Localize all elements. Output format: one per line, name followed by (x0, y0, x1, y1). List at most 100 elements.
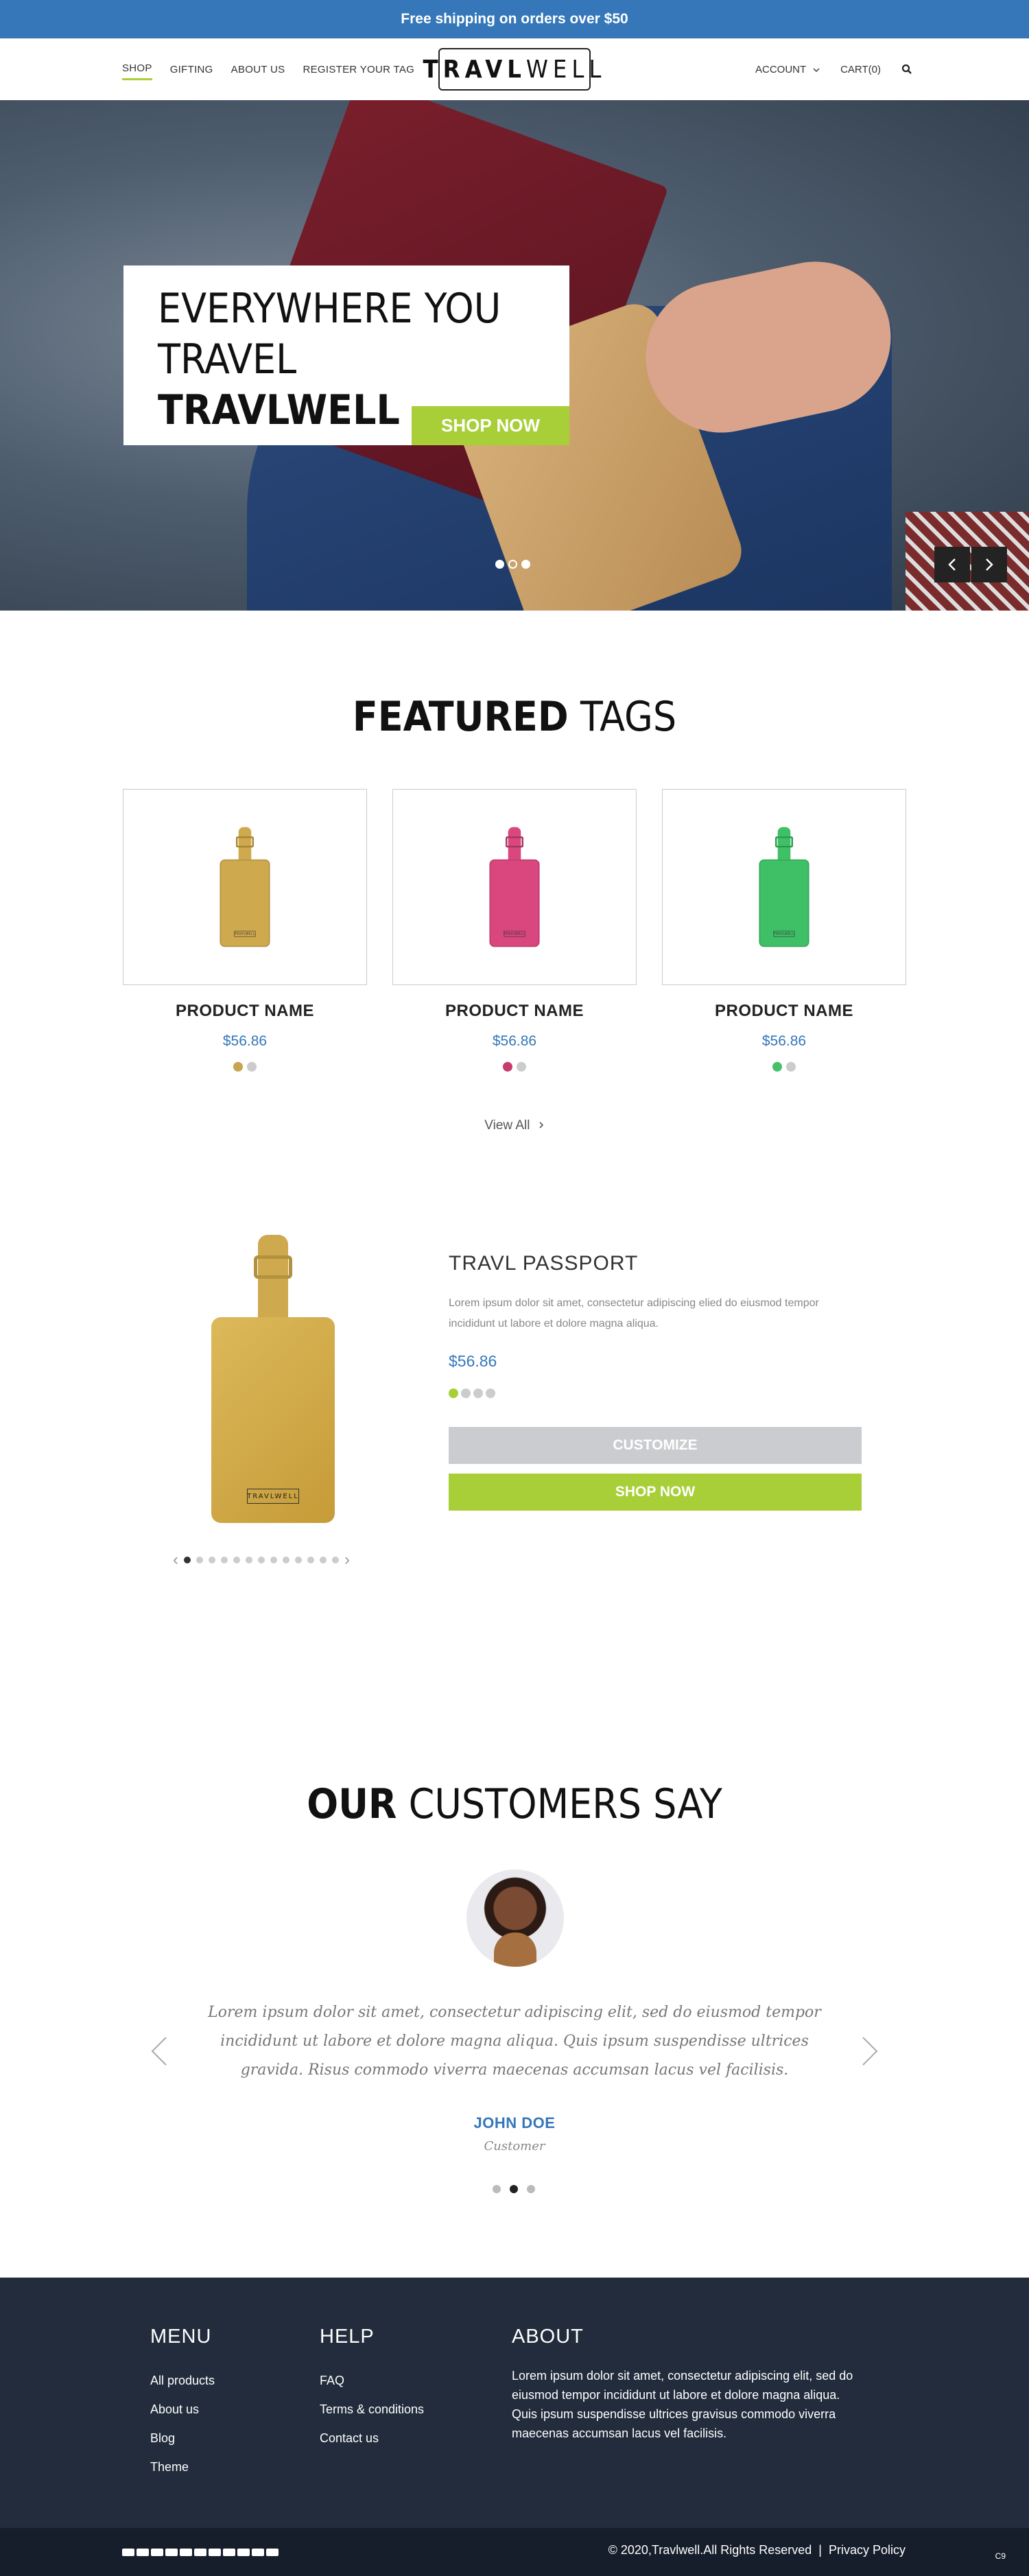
hero-dot-active[interactable] (508, 560, 517, 569)
testimonial-dot[interactable] (527, 2185, 535, 2193)
product-card[interactable]: TRAVLWELL PRODUCT NAME $56.86 (392, 789, 637, 1072)
nav-register-tag[interactable]: REGISTER YOUR TAG (303, 60, 414, 80)
swatch[interactable] (473, 1389, 483, 1398)
footer-about-column: ABOUT Lorem ipsum dolor sit amet, consec… (512, 2326, 868, 2443)
swatch[interactable] (503, 1062, 512, 1072)
footer-link[interactable]: FAQ (320, 2366, 424, 2395)
carousel-dot[interactable] (209, 1557, 215, 1563)
payment-icon (194, 2549, 206, 2556)
hero-prev-button[interactable] (934, 547, 970, 582)
hero-title-plain: TRAVEL (158, 335, 297, 383)
carousel-dot[interactable] (246, 1557, 252, 1563)
privacy-policy-link[interactable]: Privacy Policy (829, 2543, 906, 2557)
swatch[interactable] (517, 1062, 526, 1072)
testimonial-dot-active[interactable] (510, 2185, 518, 2193)
nav-left-menu: SHOP GIFTING ABOUT US REGISTER YOUR TAG (122, 38, 414, 100)
payment-icon (137, 2549, 149, 2556)
carousel-dot[interactable] (221, 1557, 228, 1563)
swatch[interactable] (233, 1062, 243, 1072)
nav-about-us[interactable]: ABOUT US (231, 60, 285, 80)
passport-swatches (449, 1389, 862, 1398)
product-swatches (392, 1062, 637, 1072)
copyright-separator: | (818, 2543, 822, 2557)
testimonial-prev-icon[interactable] (150, 2034, 169, 2075)
cart-link[interactable]: CART(0) (840, 64, 881, 75)
carousel-dot[interactable] (270, 1557, 277, 1563)
footer-menu-column: MENU All products About us Blog Theme (150, 2326, 215, 2481)
nav-shop[interactable]: SHOP (122, 58, 152, 80)
hero-dot[interactable] (495, 560, 504, 569)
nav-gifting[interactable]: GIFTING (170, 60, 213, 80)
carousel-dot[interactable] (332, 1557, 339, 1563)
product-image[interactable]: TRAVLWELL (662, 789, 906, 985)
product-price: $56.86 (222, 1033, 268, 1049)
footer-about-text: Lorem ipsum dolor sit amet, consectetur … (512, 2369, 853, 2440)
testimonial-next-icon[interactable] (860, 2034, 879, 2075)
footer-menu-title: MENU (150, 2326, 212, 2348)
avatar (466, 1869, 564, 1967)
payment-icon (209, 2549, 221, 2556)
passport-shop-now-button[interactable]: SHOP NOW (449, 1474, 862, 1511)
product-card[interactable]: TRAVLWELL PRODUCT NAME $56.86 (662, 789, 906, 1072)
footer: MENU All products About us Blog Theme HE… (0, 2278, 1029, 2528)
carousel-dot[interactable] (295, 1557, 302, 1563)
hero-shop-now-button[interactable]: SHOP NOW (412, 406, 569, 445)
featured-title-plain: TAGS (568, 693, 677, 741)
hero-next-button[interactable] (971, 547, 1007, 582)
footer-link[interactable]: All products (150, 2366, 215, 2395)
luggage-tag-image: TRAVLWELL (220, 827, 270, 947)
announcement-bar: Free shipping on orders over $50 (0, 0, 1029, 38)
swatch[interactable] (772, 1062, 782, 1072)
testimonial-role: Customer (484, 2139, 545, 2153)
carousel-dot[interactable] (320, 1557, 327, 1563)
customize-button[interactable]: CUSTOMIZE (449, 1427, 862, 1464)
copyright-line: © 2020,Travlwell.All Rights Reserved | Pri… (608, 2543, 906, 2557)
carousel-next-icon[interactable]: › (344, 1550, 350, 1570)
brand-logo[interactable]: TRAVL WELL (423, 48, 601, 91)
product-name[interactable]: PRODUCT NAME (392, 1002, 637, 1021)
featured-title-bold: FEATURED (352, 693, 569, 741)
carousel-prev-icon[interactable]: ‹ (173, 1550, 178, 1570)
hero-title-line1: EVERYWHERE YOU (158, 285, 501, 333)
testimonial-dot[interactable] (493, 2185, 501, 2193)
carousel-dot[interactable] (258, 1557, 265, 1563)
product-card[interactable]: TRAVLWELL PRODUCT NAME $56.86 (123, 789, 367, 1072)
product-name[interactable]: PRODUCT NAME (662, 1002, 906, 1021)
passport-plate: TRAVLWELL (247, 1489, 299, 1504)
carousel-dot[interactable] (196, 1557, 203, 1563)
product-image[interactable]: TRAVLWELL (392, 789, 637, 985)
payment-icons (122, 2549, 279, 2556)
payment-icon (266, 2549, 279, 2556)
product-image[interactable]: TRAVLWELL (123, 789, 367, 985)
swatch[interactable] (786, 1062, 796, 1072)
carousel-dot-active[interactable] (184, 1557, 191, 1563)
swatch[interactable] (461, 1389, 471, 1398)
carousel-dot[interactable] (307, 1557, 314, 1563)
account-menu[interactable]: ACCOUNT (755, 64, 820, 75)
swatch-selected[interactable] (449, 1389, 458, 1398)
swatch[interactable] (247, 1062, 257, 1072)
payment-icon (237, 2549, 250, 2556)
account-label: ACCOUNT (755, 63, 806, 75)
view-all-label: View All (484, 1118, 530, 1133)
product-name[interactable]: PRODUCT NAME (123, 1002, 367, 1021)
passport-section: TRAVLWELL ‹ › TRAVL PASSPORT Lorem ipsum… (0, 1187, 1029, 1729)
product-swatches (662, 1062, 906, 1072)
carousel-dot[interactable] (283, 1557, 289, 1563)
swatch[interactable] (486, 1389, 495, 1398)
payment-icon (151, 2549, 163, 2556)
search-icon[interactable] (901, 64, 912, 75)
image-carousel-nav: ‹ › (173, 1550, 350, 1570)
footer-link[interactable]: Terms & conditions (320, 2395, 424, 2424)
testimonials-section: OUR CUSTOMERS SAY Lorem ipsum dolor sit … (0, 1729, 1029, 2278)
hero-arrows (934, 547, 1007, 582)
payment-icon (223, 2549, 235, 2556)
footer-link[interactable]: About us (150, 2395, 215, 2424)
footer-link[interactable]: Theme (150, 2453, 215, 2481)
view-all-link[interactable]: View All (0, 1118, 1029, 1133)
hero-dot[interactable] (521, 560, 530, 569)
announcement-text: Free shipping on orders over $50 (401, 11, 628, 27)
chevron-down-icon (813, 68, 820, 72)
carousel-dot[interactable] (233, 1557, 240, 1563)
chevron-left-icon (948, 558, 956, 571)
